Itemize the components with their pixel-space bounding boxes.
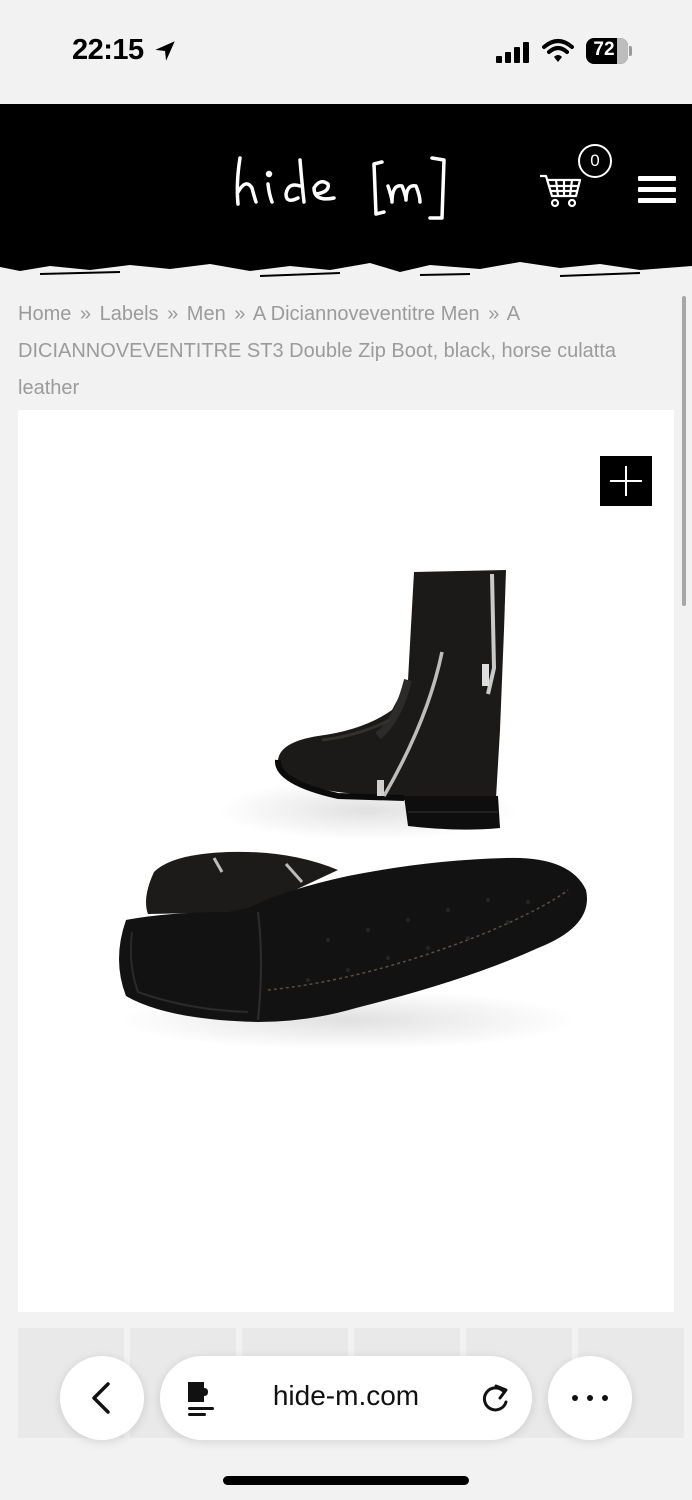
breadcrumb-separator: » bbox=[234, 303, 246, 325]
breadcrumb-home[interactable]: Home bbox=[18, 303, 71, 325]
cellular-signal-icon bbox=[496, 42, 529, 63]
more-options-button[interactable] bbox=[548, 1356, 632, 1440]
location-arrow-icon bbox=[155, 41, 175, 61]
shopping-cart-icon[interactable] bbox=[538, 168, 582, 208]
breadcrumb-brand-men[interactable]: A Diciannoveventitre Men bbox=[253, 303, 480, 325]
chevron-left-icon bbox=[92, 1382, 110, 1414]
breadcrumb-labels[interactable]: Labels bbox=[100, 303, 159, 325]
status-bar: 22:15 72 bbox=[0, 0, 692, 104]
wifi-icon bbox=[542, 39, 574, 62]
url-text[interactable]: hide-m.com bbox=[230, 1380, 462, 1412]
double-zip-boots-photo bbox=[118, 570, 587, 1050]
status-time: 22:15 bbox=[72, 34, 144, 66]
reload-icon[interactable] bbox=[480, 1382, 510, 1414]
page-scrollbar[interactable] bbox=[682, 296, 686, 606]
breadcrumb-separator: » bbox=[167, 303, 179, 325]
breadcrumb-men[interactable]: Men bbox=[187, 303, 226, 325]
page-menu-icon[interactable] bbox=[184, 1378, 218, 1418]
zoom-plus-button[interactable] bbox=[600, 456, 652, 506]
browser-back-button[interactable] bbox=[60, 1356, 144, 1440]
breadcrumb-separator: » bbox=[79, 303, 92, 325]
brush-stroke-divider bbox=[0, 254, 692, 277]
hide-m-logo[interactable] bbox=[232, 148, 462, 228]
breadcrumb: Home » Labels » Men » A Diciannoveventit… bbox=[18, 296, 658, 407]
address-bar[interactable]: hide-m.com bbox=[160, 1356, 532, 1440]
hamburger-menu-icon[interactable] bbox=[638, 176, 676, 204]
ellipsis-icon bbox=[572, 1395, 608, 1401]
battery-indicator: 72 bbox=[586, 38, 632, 64]
product-main-image[interactable] bbox=[18, 410, 674, 1312]
home-indicator[interactable] bbox=[223, 1476, 469, 1485]
breadcrumb-separator: » bbox=[488, 303, 500, 325]
cart-count-badge[interactable]: 0 bbox=[578, 144, 612, 178]
battery-level: 72 bbox=[593, 39, 615, 60]
site-header: 0 bbox=[0, 104, 692, 277]
